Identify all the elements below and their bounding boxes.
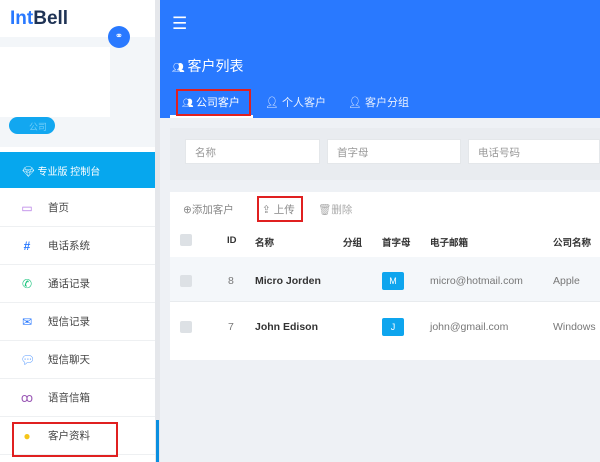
user-icon: 👤︎ bbox=[348, 97, 366, 109]
row-id: 7 bbox=[228, 321, 234, 333]
diamond-icon: 💎︎ bbox=[22, 167, 38, 178]
row-company: Apple bbox=[553, 275, 580, 287]
phone-filter-input[interactable]: 电话号码 bbox=[468, 139, 600, 164]
logo[interactable]: IntBell bbox=[10, 8, 68, 30]
sidebar: IntBell 公司 ⚭ 💎︎ 专业版 控制台 ▭ 首页 # 电话系统 ✆ 通话记录 … bbox=[0, 0, 155, 462]
delete-button[interactable]: 🗑︎删除 bbox=[318, 202, 352, 217]
add-customer-button[interactable]: ⊕添加客户 bbox=[183, 202, 234, 217]
header-bar: ☰ 👥︎ 客户列表 👥︎ 公司客户 👤︎ 个人客户 👤︎ 客户分组 bbox=[160, 0, 600, 118]
sidebar-item-voicemail[interactable]: ꝏ 语音信箱 bbox=[0, 379, 155, 417]
row-initial-badge: J bbox=[382, 318, 404, 336]
name-filter-input[interactable]: 名称 bbox=[185, 139, 320, 164]
row-email: john@gmail.com bbox=[430, 321, 509, 333]
column-header-group[interactable]: 分组 bbox=[343, 235, 362, 249]
highlight-box bbox=[12, 422, 118, 457]
highlight-box bbox=[176, 89, 251, 116]
column-header-id[interactable]: ID bbox=[227, 235, 237, 246]
sidebar-item-label: 短信聊天 bbox=[48, 354, 90, 366]
row-checkbox[interactable] bbox=[180, 321, 192, 333]
trash-icon: 🗑︎ bbox=[318, 204, 332, 216]
sidebar-item-home[interactable]: ▭ 首页 bbox=[0, 189, 155, 227]
users-icon: 👥︎ bbox=[172, 63, 188, 74]
user-icon: 👤︎ bbox=[265, 97, 283, 109]
monitor-icon: ▭ bbox=[21, 200, 33, 215]
logo-part1: Int bbox=[10, 8, 34, 29]
row-id: 8 bbox=[228, 275, 234, 287]
row-email: micro@hotmail.com bbox=[430, 275, 523, 287]
share-button[interactable]: ⚭ bbox=[108, 26, 130, 48]
sidebar-item-phone-system[interactable]: # 电话系统 bbox=[0, 227, 155, 265]
highlight-box bbox=[257, 196, 303, 222]
tab-personal-customers[interactable]: 👤︎ 个人客户 bbox=[265, 94, 326, 110]
company-pill[interactable]: 公司 bbox=[9, 117, 55, 134]
row-name: John Edison bbox=[255, 321, 318, 333]
pro-console-bar[interactable]: 💎︎ 专业版 控制台 bbox=[0, 152, 155, 188]
sidebar-item-label: 通话记录 bbox=[48, 278, 90, 290]
sidebar-item-label: 语音信箱 bbox=[48, 392, 90, 404]
sidebar-item-label: 首页 bbox=[48, 202, 69, 214]
column-header-name[interactable]: 名称 bbox=[255, 235, 274, 249]
logo-part2: Bell bbox=[33, 8, 69, 29]
pro-label: 专业版 控制台 bbox=[37, 167, 101, 178]
tab-customer-groups[interactable]: 👤︎ 客户分组 bbox=[348, 94, 409, 110]
phone-icon: ✆ bbox=[21, 276, 33, 291]
hamburger-menu-icon[interactable]: ☰ bbox=[172, 14, 187, 34]
share-icon: ⚭ bbox=[114, 31, 124, 42]
sidebar-item-call-log[interactable]: ✆ 通话记录 bbox=[0, 265, 155, 303]
hash-icon: # bbox=[23, 238, 31, 253]
page-title: 👥︎ 客户列表 bbox=[172, 58, 244, 74]
column-header-initial[interactable]: 首字母 bbox=[382, 235, 411, 249]
sidebar-item-sms-log[interactable]: ✉ 短信记录 bbox=[0, 303, 155, 341]
chat-icon: 💬︎ bbox=[20, 352, 36, 367]
active-indicator bbox=[156, 420, 159, 462]
row-initial-badge: M bbox=[382, 272, 404, 290]
select-all-checkbox[interactable] bbox=[180, 234, 192, 246]
plus-circle-icon: ⊕ bbox=[183, 204, 192, 216]
row-name: Micro Jorden bbox=[255, 275, 321, 287]
column-header-company[interactable]: 公司名称 bbox=[553, 235, 591, 249]
initial-filter-input[interactable]: 首字母 bbox=[327, 139, 461, 164]
column-header-email[interactable]: 电子邮箱 bbox=[430, 235, 468, 249]
row-checkbox[interactable] bbox=[180, 275, 192, 287]
envelope-icon: ✉ bbox=[21, 314, 33, 329]
voicemail-icon: ꝏ bbox=[20, 390, 34, 405]
sidebar-item-label: 电话系统 bbox=[48, 240, 90, 252]
sidebar-item-sms-chat[interactable]: 💬︎ 短信聊天 bbox=[0, 341, 155, 379]
row-company: Windows bbox=[553, 321, 596, 333]
profile-image bbox=[0, 47, 110, 117]
sidebar-item-label: 短信记录 bbox=[48, 316, 90, 328]
